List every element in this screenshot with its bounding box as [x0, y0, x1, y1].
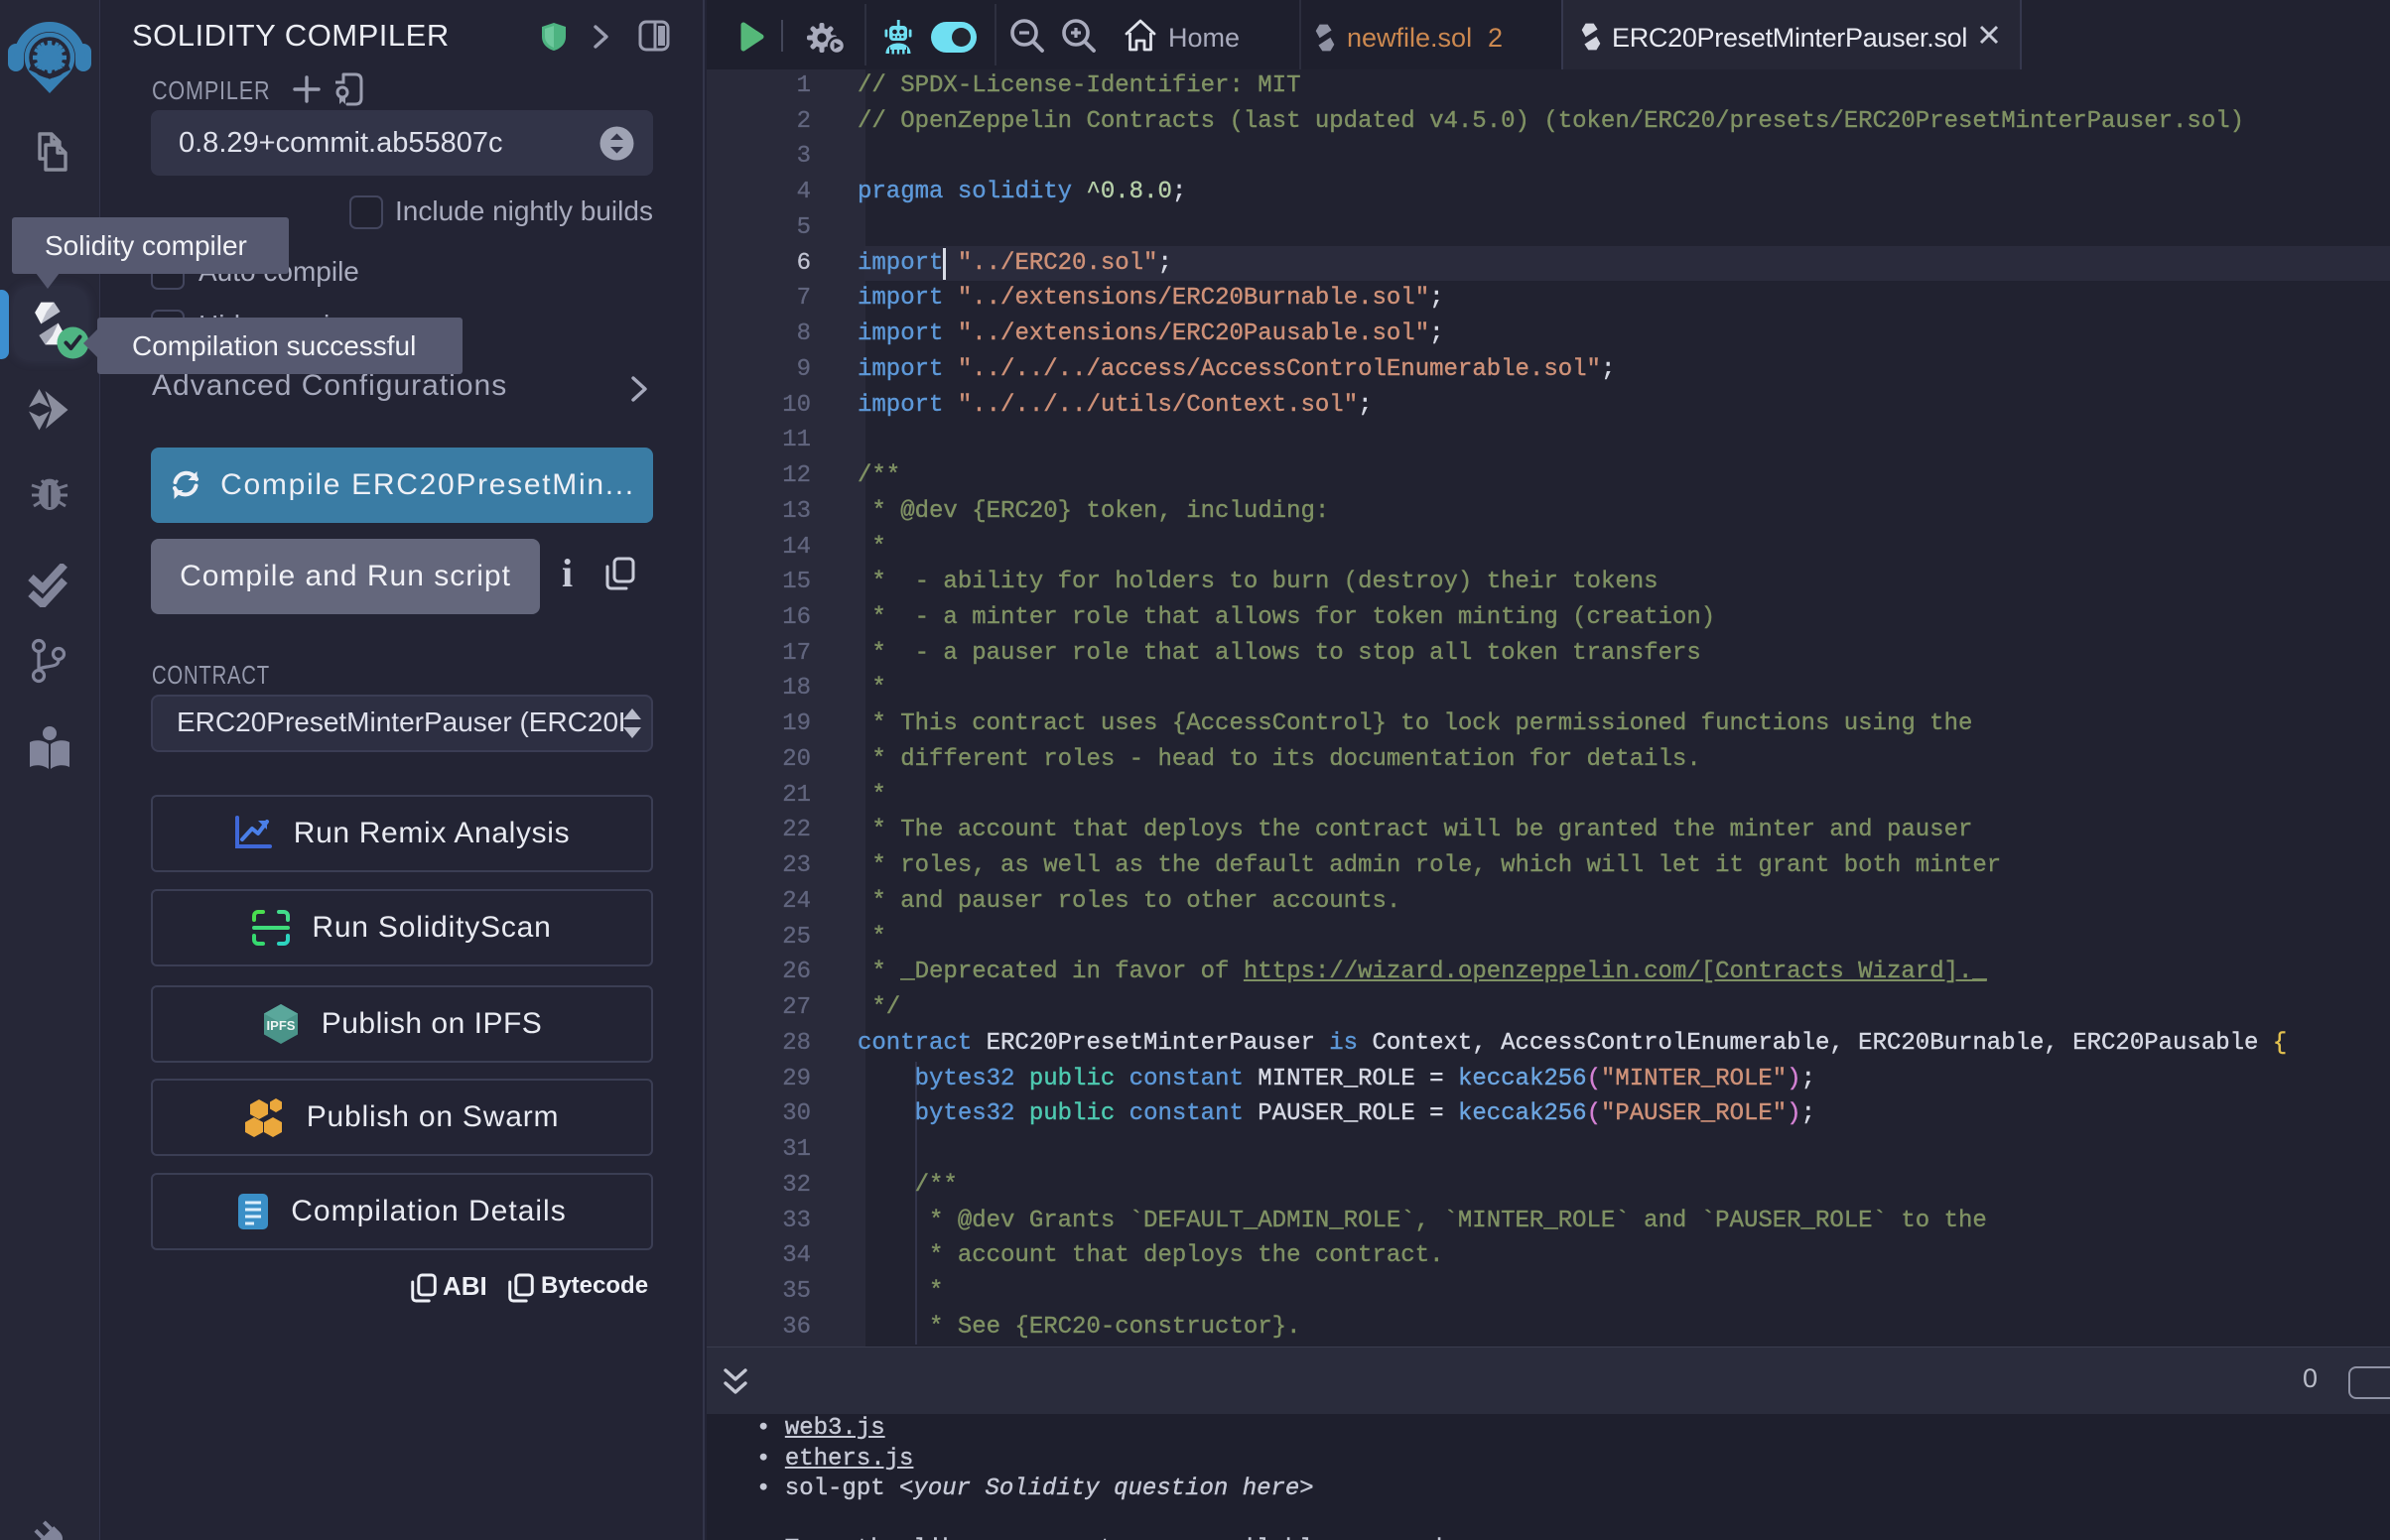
svg-text:IPFS: IPFS: [266, 1018, 295, 1033]
